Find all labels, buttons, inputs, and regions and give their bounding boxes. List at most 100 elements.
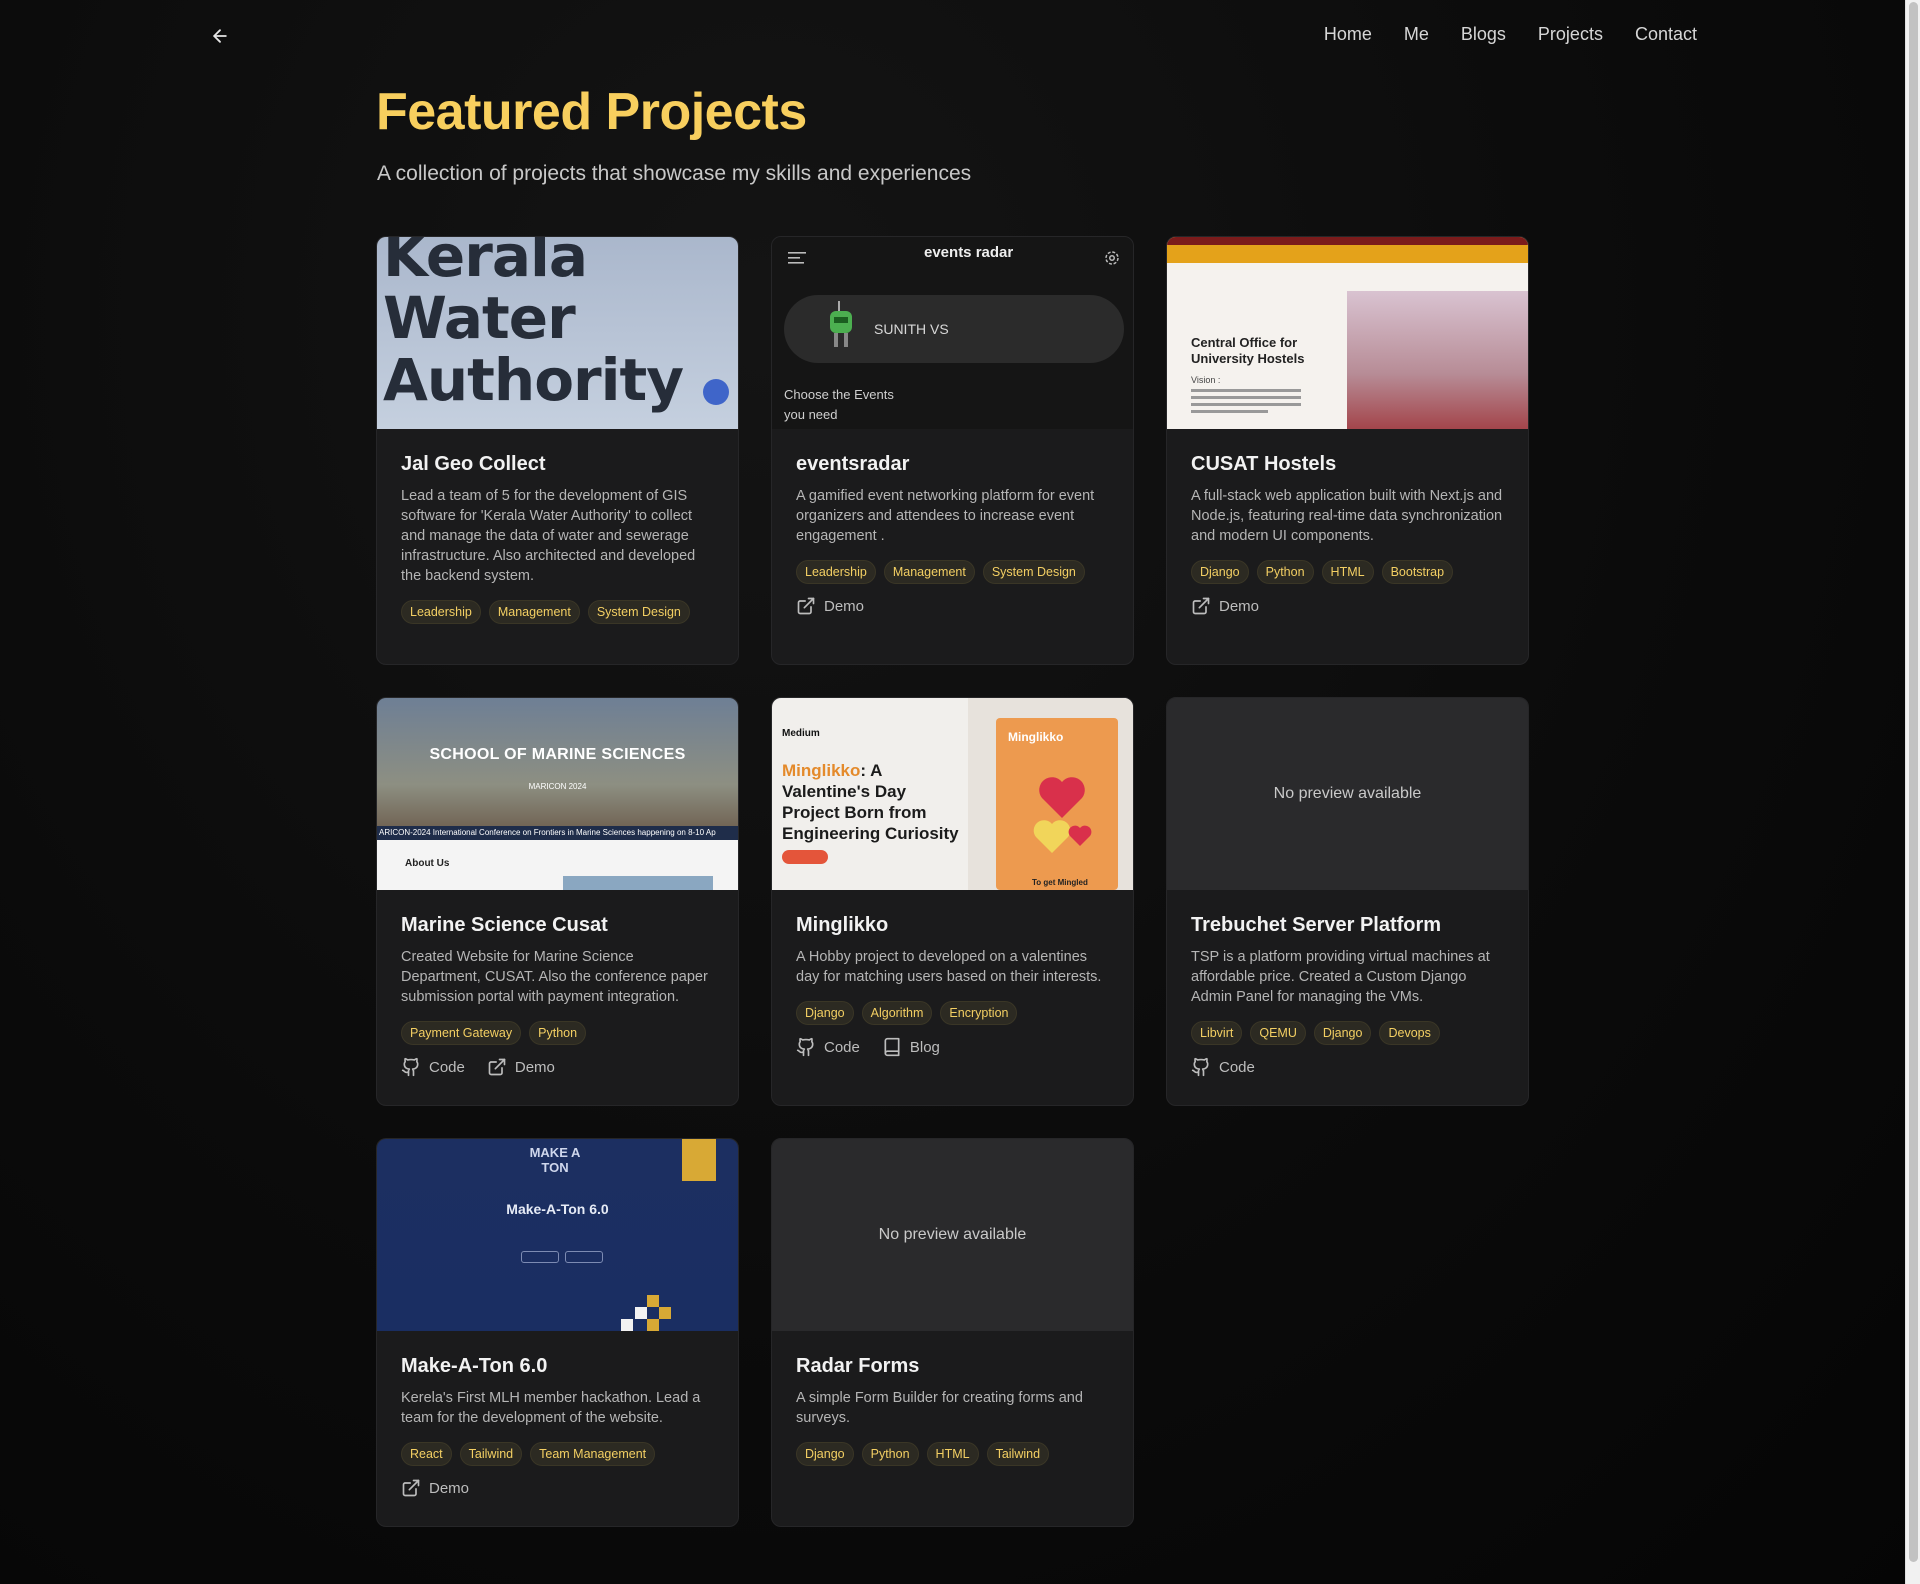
tag-list: Leadership Management System Design	[796, 560, 1109, 584]
preview-text: Medium	[782, 728, 820, 739]
tag: QEMU	[1250, 1021, 1306, 1045]
tag: Libvirt	[1191, 1021, 1243, 1045]
projects-grid: Kerala Water Authority Jal Geo Collect L…	[376, 236, 1529, 1527]
project-preview-image: MAKE A TON Make-A-Ton 6.0	[377, 1139, 738, 1331]
external-link-icon	[797, 597, 815, 615]
preview-marquee: ARICON-2024 International Conference on …	[377, 826, 738, 840]
preview-top-bar	[1167, 237, 1528, 245]
project-links: Demo	[796, 596, 1109, 616]
tag: Devops	[1379, 1021, 1440, 1045]
tag: Algorithm	[861, 1001, 933, 1025]
preview-button	[782, 850, 828, 864]
nav-blogs[interactable]: Blogs	[1461, 24, 1506, 45]
code-link-label: Code	[429, 1058, 465, 1076]
tag: Bootstrap	[1381, 560, 1454, 584]
code-link[interactable]: Code	[796, 1037, 860, 1057]
code-link[interactable]: Code	[1191, 1057, 1255, 1077]
arrow-left-icon	[213, 29, 227, 43]
project-title: Radar Forms	[796, 1355, 920, 1377]
blog-link[interactable]: Blog	[882, 1037, 940, 1057]
project-description: Created Website for Marine Science Depar…	[401, 949, 708, 1005]
robot-icon	[830, 301, 852, 347]
tag-list: React Tailwind Team Management	[401, 1442, 714, 1466]
project-links: Code Demo	[401, 1057, 714, 1077]
nav-me[interactable]: Me	[1404, 24, 1429, 45]
project-card[interactable]: Central Office for University Hostels Vi…	[1166, 236, 1529, 665]
tag: Management	[883, 560, 975, 584]
project-description: A Hobby project to developed on a valent…	[796, 949, 1102, 985]
tag: Leadership	[796, 560, 876, 584]
demo-link[interactable]: Demo	[796, 596, 864, 616]
tag: Payment Gateway	[401, 1021, 522, 1045]
project-card[interactable]: Kerala Water Authority Jal Geo Collect L…	[376, 236, 739, 665]
project-card[interactable]: events radar SUNITH VS Choose the Events…	[771, 236, 1134, 665]
project-card[interactable]: SCHOOL OF MARINE SCIENCES MARICON 2024 A…	[376, 697, 739, 1106]
project-preview-image: Minglikko Medium Minglikko: A Valentine'…	[772, 698, 1133, 890]
demo-link[interactable]: Demo	[1191, 596, 1259, 616]
project-card[interactable]: MAKE A TON Make-A-Ton 6.0 Make-A-Ton 6.0…	[376, 1138, 739, 1527]
hearts-icon	[1033, 777, 1092, 853]
vertical-scrollbar[interactable]	[1905, 0, 1920, 1584]
demo-link-label: Demo	[514, 1058, 555, 1076]
preview-logo: events radar	[924, 244, 1014, 261]
preview-buttons	[521, 1251, 603, 1263]
preview-caption: Choose the Events you need	[784, 387, 894, 422]
preview-logo: MAKE A TON	[529, 1145, 581, 1175]
external-link-icon	[488, 1058, 506, 1076]
demo-link[interactable]: Demo	[487, 1057, 555, 1077]
project-title: eventsradar	[796, 453, 910, 475]
project-links: Code	[1191, 1057, 1504, 1077]
demo-link[interactable]: Demo	[401, 1478, 469, 1498]
tag: Team Management	[530, 1442, 656, 1466]
tag-list: Payment Gateway Python	[401, 1021, 714, 1045]
project-card[interactable]: No preview available Trebuchet Server Pl…	[1166, 697, 1529, 1106]
project-description: Lead a team of 5 for the development of …	[401, 488, 696, 584]
gear-icon	[1105, 251, 1119, 265]
tag: Leadership	[401, 600, 481, 624]
github-icon	[1191, 1057, 1209, 1077]
nav-contact[interactable]: Contact	[1635, 24, 1697, 45]
code-link-label: Code	[824, 1038, 860, 1056]
preview-photo	[563, 876, 713, 890]
no-preview-text: No preview available	[878, 1226, 1027, 1243]
tag-list: Libvirt QEMU Django Devops	[1191, 1021, 1504, 1045]
nav-home[interactable]: Home	[1324, 24, 1372, 45]
menu-icon	[788, 252, 806, 264]
project-card[interactable]: Minglikko Medium Minglikko: A Valentine'…	[771, 697, 1134, 1106]
project-description: A full-stack web application built with …	[1191, 488, 1503, 544]
project-links: Code Blog	[796, 1037, 1109, 1057]
tag-list: Django Python HTML Tailwind	[796, 1442, 1109, 1466]
preview-text: Minglikko	[1008, 730, 1064, 744]
no-preview-placeholder: No preview available	[772, 1139, 1133, 1331]
preview-text: MARICON 2024	[528, 782, 587, 791]
no-preview-placeholder: No preview available	[1167, 698, 1528, 890]
tag: Python	[529, 1021, 587, 1045]
tag-list: Django Python HTML Bootstrap	[1191, 560, 1504, 584]
preview-lines	[1191, 389, 1301, 417]
tag: Encryption	[940, 1001, 1018, 1025]
project-card[interactable]: No preview available Radar Forms A simpl…	[771, 1138, 1134, 1527]
project-links: Demo	[1191, 596, 1504, 616]
page-title: Featured Projects	[376, 83, 807, 141]
preview-username: SUNITH VS	[874, 321, 949, 337]
back-arrow-button[interactable]	[208, 22, 232, 50]
top-navigation: Home Me Blogs Projects Contact	[0, 0, 1905, 72]
project-preview-image: SCHOOL OF MARINE SCIENCES MARICON 2024 A…	[377, 698, 738, 890]
tag-list: Leadership Management System Design	[401, 600, 714, 624]
project-description: Kerela's First MLH member hackathon. Lea…	[401, 1390, 701, 1426]
scrollbar-thumb[interactable]	[1909, 2, 1918, 1562]
nav-projects[interactable]: Projects	[1538, 24, 1603, 45]
book-icon	[884, 1037, 900, 1057]
external-link-icon	[1192, 597, 1210, 615]
tag: System Design	[587, 600, 690, 624]
project-title: Marine Science Cusat	[401, 914, 608, 936]
demo-link-label: Demo	[824, 597, 865, 615]
tag: React	[401, 1442, 452, 1466]
code-link[interactable]: Code	[401, 1057, 465, 1077]
preview-headline: Minglikko: A Valentine's Day Project Bor…	[782, 760, 968, 844]
tag-list: Django Algorithm Encryption	[796, 1001, 1109, 1025]
project-title: Trebuchet Server Platform	[1191, 914, 1442, 936]
external-link-icon	[402, 1479, 420, 1497]
project-preview-image: Kerala Water Authority	[377, 237, 738, 429]
project-description: TSP is a platform providing virtual mach…	[1191, 949, 1490, 1005]
